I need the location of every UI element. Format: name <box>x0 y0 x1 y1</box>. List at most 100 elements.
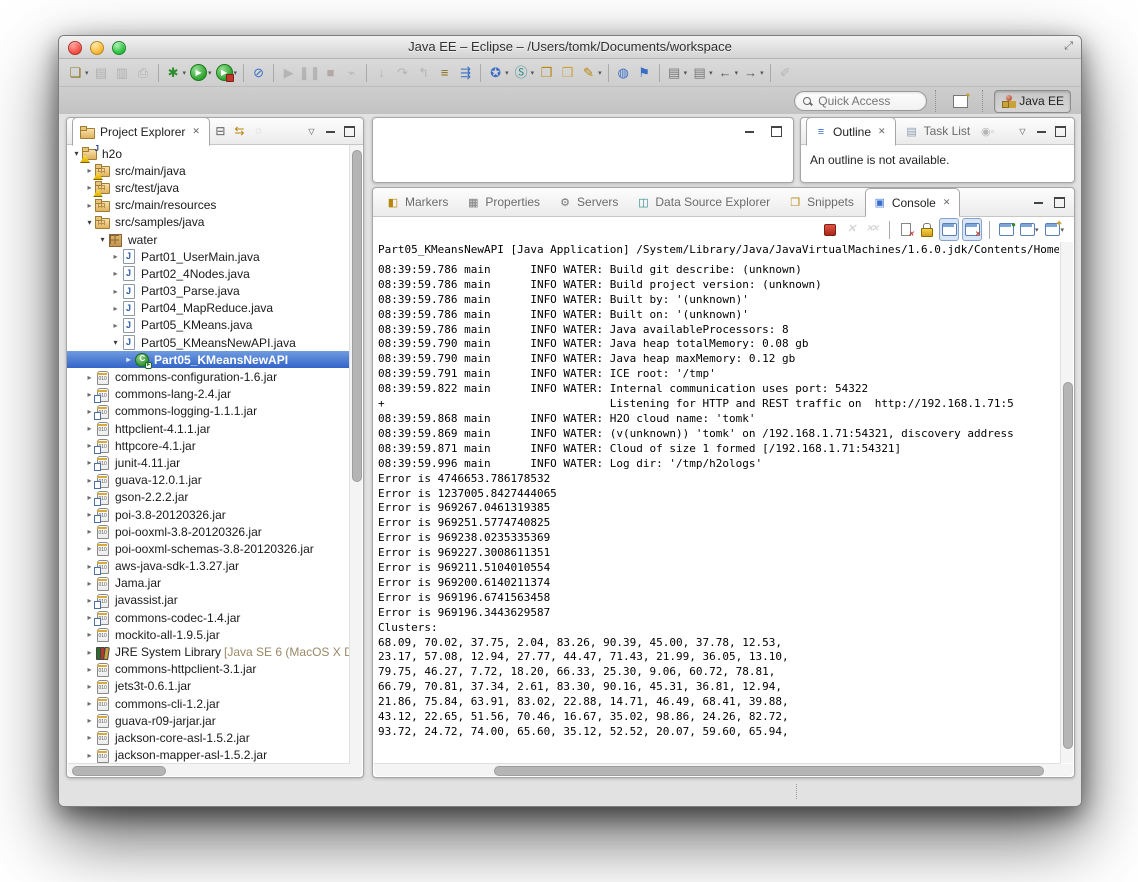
zoom-window-button[interactable] <box>112 41 126 55</box>
title-bar[interactable]: Java EE – Eclipse – /Users/tomk/Document… <box>59 36 1081 59</box>
terminate-console-button[interactable] <box>820 219 840 240</box>
minimize-view-button[interactable] <box>1033 124 1050 139</box>
tree-item-jre-system-library[interactable]: ▸ JRE System Library [Java SE 6 (MacOS X D… <box>67 643 350 660</box>
fullscreen-icon[interactable]: ⤢ <box>1064 40 1073 53</box>
tree-expand-arrow[interactable]: ▸ <box>84 699 95 708</box>
tree-expand-arrow[interactable]: ▸ <box>84 751 95 760</box>
close-icon[interactable]: ✕ <box>876 125 888 138</box>
maximize-view-button[interactable] <box>1052 124 1069 139</box>
skip-breakpoints-button[interactable]: ⊘ <box>248 62 269 84</box>
show-execution-button[interactable]: ⇶ <box>455 62 476 84</box>
tree-collapse-arrow[interactable]: ▾ <box>84 218 95 227</box>
tree-item-jets3t-0-6-1-jar[interactable]: ▸ 010 jets3t-0.6.1.jar <box>67 678 350 695</box>
show-stdout-button[interactable] <box>938 218 959 241</box>
tree-collapse-arrow[interactable]: ▾ <box>110 338 121 347</box>
new-web-service-button[interactable]: ✪ ▾ <box>485 62 511 84</box>
tree-item-part01-usermain-java[interactable]: ▸ J Part01_UserMain.java <box>67 248 350 265</box>
maximize-view-button[interactable] <box>341 124 358 139</box>
export-button[interactable]: ❒ <box>557 62 578 84</box>
mark-occurrences-button[interactable]: ✎ ▾ <box>578 62 604 84</box>
external-tools-button[interactable]: ⚑ <box>634 62 655 84</box>
tab-console[interactable]: ▣ Console ✕ <box>864 188 961 217</box>
maximize-editor-button[interactable] <box>768 124 785 139</box>
tree-item-commons-httpclient-3-1-jar[interactable]: ▸ 010 commons-httpclient-3.1.jar <box>67 661 350 678</box>
open-perspective-button[interactable] <box>947 91 974 112</box>
close-icon[interactable]: ✕ <box>941 196 953 209</box>
tree-expand-arrow[interactable]: ▸ <box>123 355 134 364</box>
tab-snippets[interactable]: ❐ Snippets <box>781 192 861 212</box>
console-output[interactable]: Part05_KMeansNewAPI [Java Application] /… <box>378 243 1059 763</box>
tree-item-jackson-core-asl-1-5-2-jar[interactable]: ▸ 010 jackson-core-asl-1.5.2.jar <box>67 729 350 746</box>
tree-item-httpclient-4-1-1-jar[interactable]: ▸ 010 httpclient-4.1.1.jar <box>67 420 350 437</box>
tree-item-part02-4nodes-java[interactable]: ▸ J Part02_4Nodes.java <box>67 265 350 282</box>
minimize-view-button[interactable] <box>1030 195 1047 210</box>
minimize-editor-button[interactable] <box>741 124 758 139</box>
tree-item-water[interactable]: ▾ water <box>67 231 350 248</box>
tree-collapse-arrow[interactable]: ▾ <box>71 149 82 158</box>
tree-expand-arrow[interactable]: ▸ <box>110 304 121 313</box>
use-step-filters-button[interactable]: ≡ <box>434 62 455 84</box>
minimize-view-button[interactable] <box>322 124 339 139</box>
project-tree-vscrollbar[interactable] <box>349 145 362 764</box>
display-console-button[interactable]: ▾ <box>1018 219 1041 240</box>
tree-expand-arrow[interactable]: ▸ <box>84 682 95 691</box>
tree-item-part05-kmeansnewapi-java[interactable]: ▾ J Part05_KMeansNewAPI.java <box>67 334 350 351</box>
tree-expand-arrow[interactable]: ▸ <box>84 665 95 674</box>
tab-project-explorer[interactable]: Project Explorer ✕ <box>72 117 210 146</box>
editor-area-panel[interactable] <box>372 117 794 183</box>
tree-item-commons-configuration-1-6-jar[interactable]: ▸ 010 commons-configuration-1.6.jar <box>67 368 350 385</box>
tree-item-junit-4-11-jar[interactable]: ▸ 010 junit-4.11.jar <box>67 454 350 472</box>
tree-expand-arrow[interactable]: ▸ <box>84 201 95 210</box>
view-menu-button[interactable]: ▽ <box>303 124 320 139</box>
tree-item-part05-kmeansnewapi[interactable]: ▸ C ▸ Part05_KMeansNewAPI <box>67 351 350 370</box>
tree-expand-arrow[interactable]: ▸ <box>110 269 121 278</box>
tree-item-commons-codec-1-4-jar[interactable]: ▸ 010 commons-codec-1.4.jar <box>67 609 350 627</box>
tree-item-part03-parse-java[interactable]: ▸ J Part03_Parse.java <box>67 283 350 300</box>
tree-expand-arrow[interactable]: ▸ <box>84 733 95 742</box>
tree-item-poi-ooxml-3-8-20120326-jar[interactable]: ▸ 010 poi-ooxml-3.8-20120326.jar <box>67 523 350 540</box>
tree-expand-arrow[interactable]: ▸ <box>110 252 121 261</box>
debug-button[interactable]: ✱ ▾ <box>163 62 189 84</box>
tree-expand-arrow[interactable]: ▸ <box>84 424 95 433</box>
vscroll-thumb[interactable] <box>1062 382 1073 749</box>
forward-button[interactable]: → ▾ <box>740 62 766 84</box>
tree-expand-arrow[interactable]: ▸ <box>84 183 95 192</box>
tree-expand-arrow[interactable]: ▸ <box>84 544 95 553</box>
clear-console-button[interactable] <box>897 219 915 240</box>
annotation-next-button[interactable]: ▤ ▾ <box>664 62 690 84</box>
import-button[interactable]: ❒ <box>536 62 557 84</box>
tree-item-src-test-java[interactable]: ▸ src/test/java <box>67 179 350 198</box>
console-vscrollbar[interactable] <box>1060 242 1073 763</box>
tree-expand-arrow[interactable]: ▸ <box>110 321 121 330</box>
tree-item-poi-ooxml-schemas-3-8-20120326-jar[interactable]: ▸ 010 poi-ooxml-schemas-3.8-20120326.jar <box>67 540 350 557</box>
tab-markers[interactable]: ◧ Markers <box>379 192 455 212</box>
tree-item-src-samples-java[interactable]: ▾ src/samples/java <box>67 214 350 231</box>
back-button[interactable]: ← ▾ <box>715 62 741 84</box>
tree-expand-arrow[interactable]: ▸ <box>84 527 95 536</box>
tree-item-commons-lang-2-4-jar[interactable]: ▸ 010 commons-lang-2.4.jar <box>67 386 350 403</box>
tree-item-src-main-java[interactable]: ▸ src/main/java <box>67 162 350 181</box>
vscroll-thumb[interactable] <box>351 150 362 482</box>
tree-item-gson-2-2-2-jar[interactable]: ▸ 010 gson-2.2.2.jar <box>67 489 350 506</box>
tree-item-part05-kmeans-java[interactable]: ▸ J Part05_KMeans.java <box>67 317 350 334</box>
scroll-lock-button[interactable] <box>918 219 936 240</box>
tree-expand-arrow[interactable]: ▸ <box>110 287 121 296</box>
tree-item-javassist-jar[interactable]: ▸ 010 javassist.jar <box>67 592 350 609</box>
tree-expand-arrow[interactable]: ▸ <box>84 166 95 175</box>
web-browser-button[interactable]: ◍ <box>613 62 634 84</box>
link-with-editor-button[interactable]: ⇆ <box>231 124 248 139</box>
java-ee-perspective-button[interactable]: Java EE <box>994 89 1071 113</box>
maximize-view-button[interactable] <box>1051 195 1068 210</box>
tree-item-aws-java-sdk-1-3-27-jar[interactable]: ▸ 010 aws-java-sdk-1.3.27.jar <box>67 558 350 575</box>
tree-item-guava-12-0-1-jar[interactable]: ▸ 010 guava-12.0.1.jar <box>67 472 350 489</box>
run-button[interactable]: ▶ ▾ <box>188 62 214 84</box>
tree-item-guava-r09-jarjar-jar[interactable]: ▸ 010 guava-r09-jarjar.jar <box>67 712 350 729</box>
minimize-window-button[interactable] <box>90 41 104 55</box>
quick-access-field[interactable] <box>794 91 928 111</box>
hscroll-thumb[interactable] <box>494 765 1044 776</box>
quick-access-input[interactable] <box>816 93 911 109</box>
show-stderr-button[interactable]: ✕ <box>961 218 982 241</box>
tree-expand-arrow[interactable]: ▸ <box>84 716 95 725</box>
tree-item-httpcore-4-1-jar[interactable]: ▸ 010 httpcore-4.1.jar <box>67 437 350 455</box>
tree-expand-arrow[interactable]: ▸ <box>84 630 95 639</box>
